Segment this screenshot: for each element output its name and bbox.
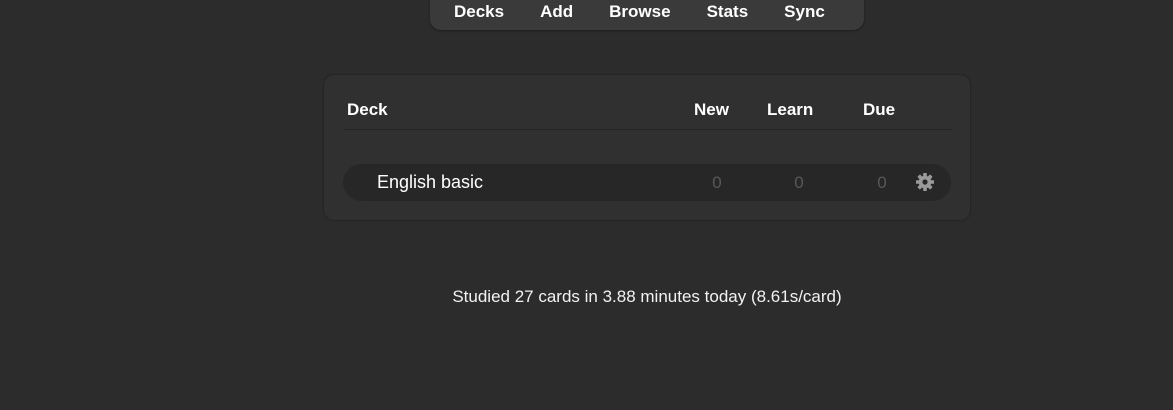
new-count: 0 — [712, 173, 722, 192]
deck-list-card: Deck New Learn Due English basic 0 0 0 — [324, 75, 970, 220]
toolbar-add-link[interactable]: Add — [522, 0, 591, 30]
header-new: New — [694, 100, 729, 119]
due-count: 0 — [877, 173, 887, 192]
toolbar-browse-link[interactable]: Browse — [591, 0, 688, 30]
study-summary: Studied 27 cards in 3.88 minutes today (… — [452, 287, 842, 306]
deck-row: English basic 0 0 0 — [343, 164, 951, 201]
learn-count: 0 — [794, 173, 804, 192]
gear-icon[interactable] — [915, 172, 935, 192]
toolbar-decks-link[interactable]: Decks — [436, 0, 522, 30]
deck-table-header: Deck New Learn Due — [344, 99, 952, 130]
deck-name-link[interactable]: English basic — [377, 172, 483, 193]
header-due: Due — [863, 100, 896, 119]
top-toolbar: Decks Add Browse Stats Sync — [430, 0, 864, 30]
toolbar-stats-link[interactable]: Stats — [689, 0, 767, 30]
header-deck: Deck — [347, 100, 388, 119]
header-learn: Learn — [767, 100, 814, 119]
toolbar-sync-link[interactable]: Sync — [766, 0, 843, 30]
